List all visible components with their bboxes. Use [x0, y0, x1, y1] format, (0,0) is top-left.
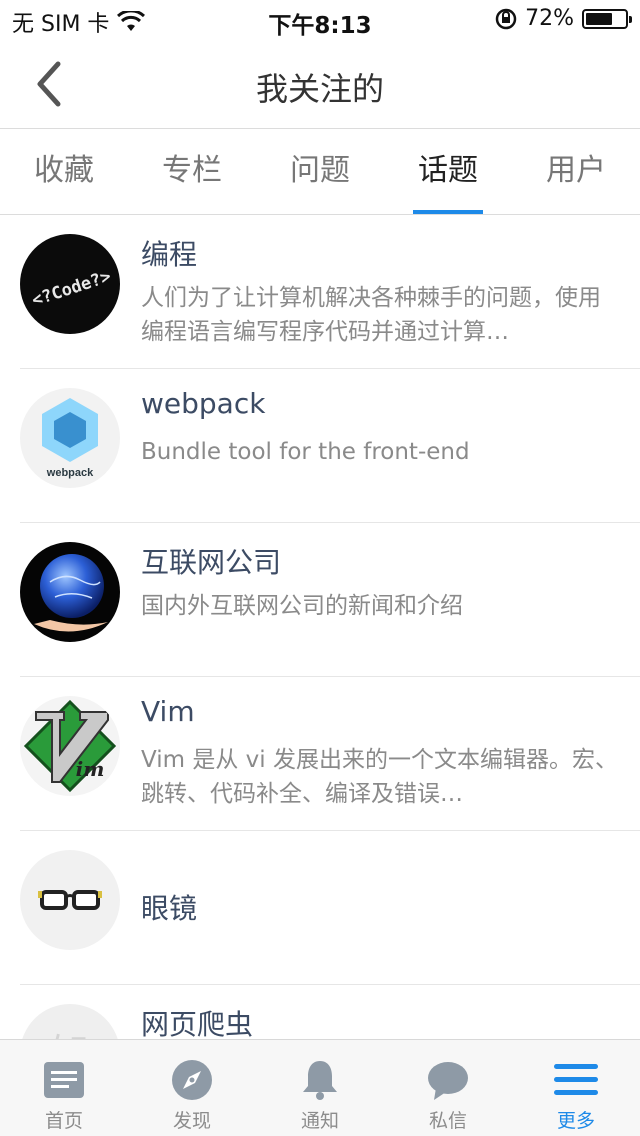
- rotation-lock-icon: [495, 8, 517, 29]
- topic-title: 编程: [141, 238, 198, 271]
- tabbar-discover[interactable]: 发现: [128, 1040, 256, 1136]
- tabbar-more[interactable]: 更多: [512, 1040, 640, 1136]
- topic-placeholder-icon: 知: [20, 1004, 120, 1039]
- topic-description: 人们为了让计算机解决各种棘手的问题，使用编程语言编写程序代码并通过计算…: [141, 285, 601, 345]
- vim-logo-icon: im: [20, 696, 120, 796]
- home-icon: [44, 1062, 84, 1098]
- segment-tabs: 收藏 专栏 问题 话题 用户: [0, 129, 640, 215]
- tabbar-notifications[interactable]: 通知: [256, 1040, 384, 1136]
- tabbar-home[interactable]: 首页: [0, 1040, 128, 1136]
- list-item[interactable]: 知 网页爬虫: [20, 985, 640, 1039]
- webpack-logo-text: webpack: [46, 467, 94, 479]
- status-bar: 无 SIM 卡 下午8:13 72%: [0, 0, 640, 40]
- topic-description: Bundle tool for the front-end: [141, 439, 470, 465]
- tabbar-label: 私信: [428, 1110, 467, 1132]
- topic-list: <?Code?> 编程 人们为了让计算机解决各种棘手的问题，使用编程语言编写程序…: [0, 215, 640, 1039]
- code-avatar-icon: <?Code?>: [20, 234, 120, 334]
- list-item[interactable]: im Vim Vim 是从 vi 发展出来的一个文本编辑器。宏、跳转、代码补全、…: [20, 677, 640, 831]
- tab-questions[interactable]: 问题: [256, 129, 384, 214]
- tabbar-label: 通知: [300, 1110, 339, 1132]
- tabbar-label: 更多: [556, 1110, 595, 1132]
- topic-title: 互联网公司: [141, 546, 282, 579]
- svg-text:im: im: [76, 757, 105, 781]
- compass-icon: [172, 1060, 212, 1100]
- tabbar-label: 发现: [172, 1110, 211, 1132]
- glasses-icon: [20, 850, 120, 950]
- tab-columns[interactable]: 专栏: [128, 129, 256, 214]
- topic-description: 国内外互联网公司的新闻和介绍: [141, 593, 463, 619]
- list-item[interactable]: webpack webpack Bundle tool for the fron…: [20, 369, 640, 523]
- tabbar-label: 首页: [44, 1110, 83, 1132]
- battery-level: [586, 12, 613, 25]
- navigation-bar: 我关注的: [0, 40, 640, 129]
- menu-icon: [554, 1064, 598, 1095]
- topic-title: 眼镜: [141, 892, 198, 925]
- list-item[interactable]: <?Code?> 编程 人们为了让计算机解决各种棘手的问题，使用编程语言编写程序…: [20, 215, 640, 369]
- tab-topics[interactable]: 话题: [384, 129, 512, 214]
- list-item[interactable]: 互联网公司 国内外互联网公司的新闻和介绍: [20, 523, 640, 677]
- tab-favorites[interactable]: 收藏: [0, 129, 128, 214]
- list-item[interactable]: 眼镜: [20, 831, 640, 985]
- battery-percent: 72%: [525, 6, 574, 31]
- tab-users[interactable]: 用户: [512, 129, 640, 214]
- webpack-logo-icon: webpack: [20, 388, 120, 488]
- svg-text:知: 知: [51, 1031, 89, 1039]
- topic-title: 网页爬虫: [141, 1008, 254, 1039]
- topic-title: Vim: [141, 695, 195, 728]
- globe-hand-icon: [20, 542, 120, 642]
- tabbar-messages[interactable]: 私信: [384, 1040, 512, 1136]
- chat-icon: [428, 1062, 468, 1100]
- topic-title: webpack: [141, 387, 266, 420]
- topic-description: Vim 是从 vi 发展出来的一个文本编辑器。宏、跳转、代码补全、编译及错误…: [141, 747, 618, 807]
- status-right: 72%: [495, 6, 632, 31]
- bell-icon: [303, 1061, 337, 1100]
- page-title: 我关注的: [255, 70, 384, 108]
- battery-icon: [582, 8, 632, 29]
- bottom-tab-bar: 首页 发现 通知 私信 更多: [0, 1039, 640, 1136]
